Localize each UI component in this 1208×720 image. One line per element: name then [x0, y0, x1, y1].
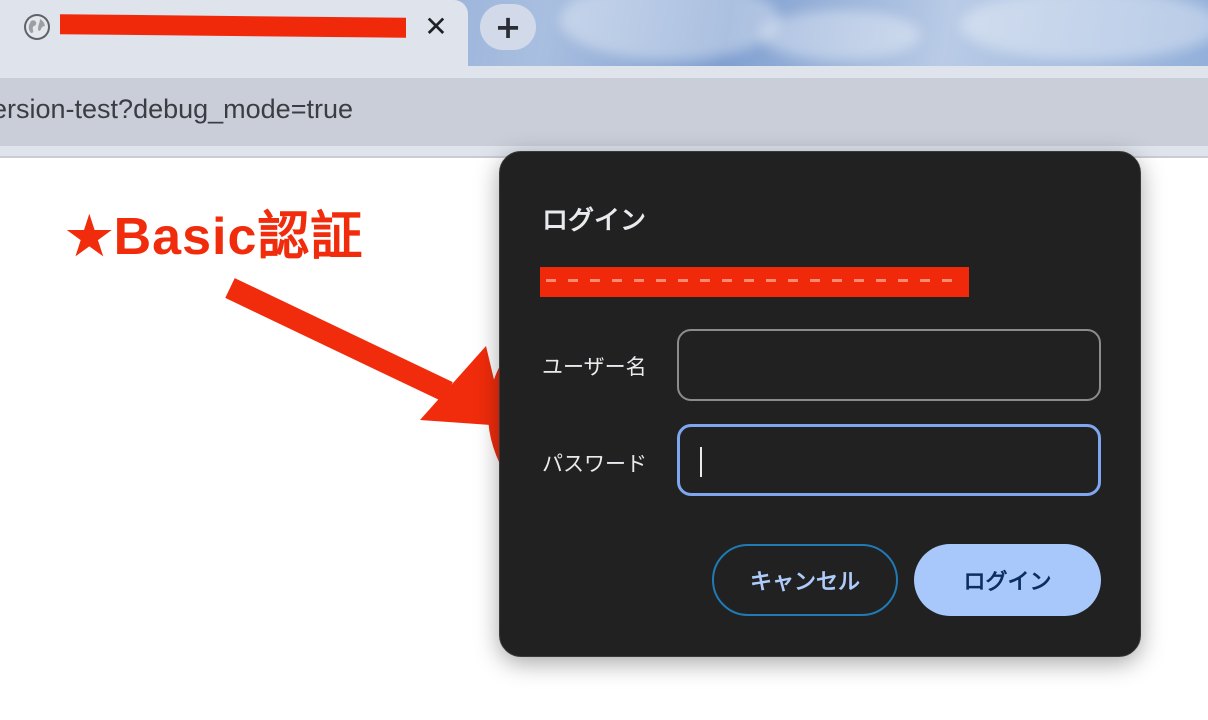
tab-strip: ✕ + — [0, 0, 1208, 78]
background-cloud — [760, 10, 920, 60]
close-tab-icon[interactable]: ✕ — [418, 8, 454, 44]
text-caret — [700, 447, 702, 477]
arrow-shaft — [225, 278, 453, 402]
basic-auth-dialog: ログイン ユーザー名 パスワード キャンセル ログイン — [499, 151, 1141, 657]
tab-title-redaction — [60, 14, 406, 38]
background-cloud — [560, 0, 780, 60]
arrow-head — [420, 346, 505, 426]
password-field[interactable] — [677, 424, 1101, 496]
dialog-title: ログイン — [542, 206, 647, 236]
username-label: ユーザー名 — [542, 355, 647, 379]
login-button[interactable]: ログイン — [914, 544, 1101, 616]
active-tab[interactable]: ✕ — [0, 0, 468, 78]
annotation-label: ★Basic認証 — [66, 208, 364, 266]
browser-window: ✕ + ersion-test?debug_mode=true ★Basic認証… — [0, 0, 1208, 720]
origin-redaction — [540, 267, 969, 297]
cancel-button[interactable]: キャンセル — [712, 544, 898, 616]
background-cloud — [960, 0, 1208, 60]
username-field[interactable] — [677, 329, 1101, 401]
address-bar[interactable]: ersion-test?debug_mode=true — [0, 78, 1208, 146]
url-text[interactable]: ersion-test?debug_mode=true — [0, 94, 353, 125]
browser-toolbar: ersion-test?debug_mode=true — [0, 78, 1208, 158]
new-tab-button[interactable]: + — [480, 4, 536, 50]
password-label: パスワード — [542, 452, 647, 476]
globe-icon — [24, 14, 50, 40]
